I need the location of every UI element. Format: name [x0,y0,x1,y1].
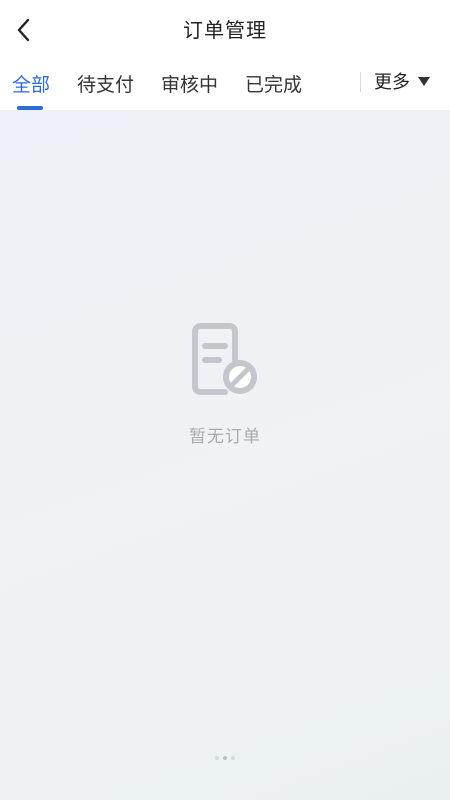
page-indicator [0,756,450,760]
tabs-divider [360,72,361,92]
tab-completed[interactable]: 已完成 [245,70,302,97]
order-management-screen: 订单管理 全部 待支付 审核中 已完成 更多 暂无订单 [0,0,450,800]
caret-down-icon [418,76,430,86]
tab-all[interactable]: 全部 [12,70,50,97]
empty-state-text: 暂无订单 [189,427,261,447]
empty-order-icon [192,323,257,395]
order-list-area[interactable]: 暂无订单 [0,110,450,800]
order-status-tabs: 全部 待支付 审核中 已完成 更多 [0,58,450,110]
tab-under-review[interactable]: 审核中 [161,70,218,97]
more-label: 更多 [374,72,410,93]
page-dot [231,756,235,760]
header-bar: 订单管理 [0,0,450,56]
more-button[interactable]: 更多 [374,68,430,94]
page-dot-current [223,756,227,760]
tab-pending-payment[interactable]: 待支付 [77,70,134,97]
page-dot [215,756,219,760]
page-title: 订单管理 [183,18,267,42]
empty-state: 暂无订单 [0,320,450,447]
